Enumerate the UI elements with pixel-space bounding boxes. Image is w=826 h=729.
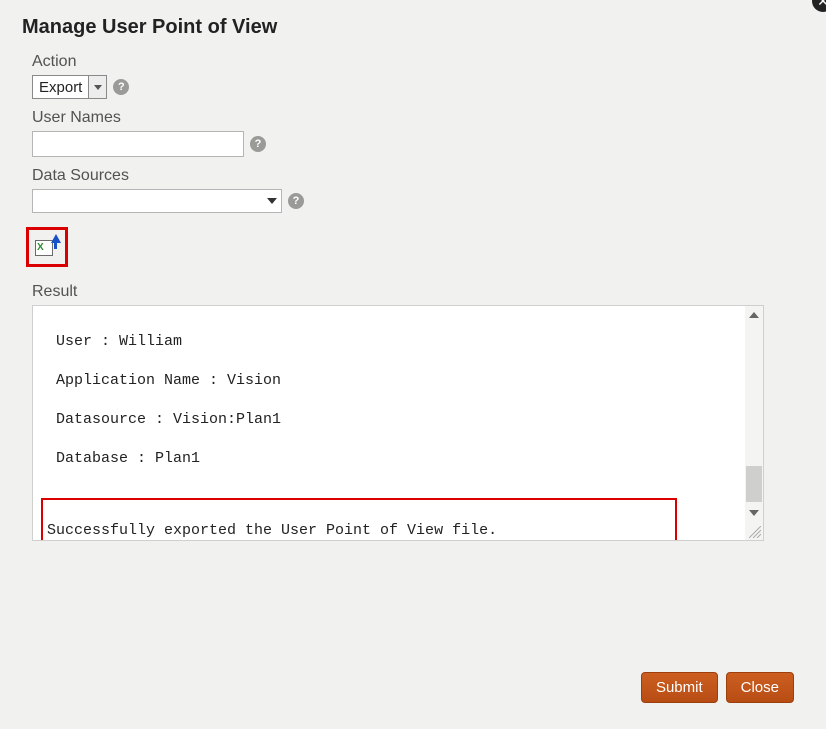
chevron-down-icon[interactable] — [88, 76, 106, 98]
result-success-highlight: Successfully exported the User Point of … — [41, 498, 677, 542]
result-line: Database : Plan1 — [47, 449, 719, 469]
action-select[interactable]: Export — [32, 75, 107, 99]
result-content: User : William Application Name : Vision… — [33, 306, 733, 541]
manage-pov-dialog: ✕ Manage User Point of View Action Expor… — [0, 0, 826, 729]
dialog-title: Manage User Point of View — [0, 0, 826, 43]
user-names-input[interactable] — [32, 131, 244, 157]
help-icon[interactable]: ? — [250, 136, 266, 152]
result-label: Result — [32, 283, 826, 301]
result-line: User : William — [47, 332, 719, 352]
result-textarea[interactable]: User : William Application Name : Vision… — [32, 305, 764, 541]
export-button-highlight: X — [26, 227, 68, 267]
resize-handle-icon[interactable] — [749, 526, 761, 538]
form-section: Action Export ? User Names ? Data Source… — [0, 53, 826, 267]
result-line: Successfully exported the User Point of … — [47, 521, 675, 541]
scroll-up-icon[interactable] — [745, 306, 763, 324]
data-sources-select[interactable] — [32, 189, 282, 213]
export-excel-icon[interactable]: X — [35, 236, 59, 258]
scroll-down-icon[interactable] — [745, 504, 763, 522]
scrollbar[interactable] — [745, 306, 763, 540]
close-button[interactable]: Close — [726, 672, 794, 703]
submit-button[interactable]: Submit — [641, 672, 718, 703]
action-label: Action — [32, 53, 826, 71]
button-bar: Submit Close — [641, 672, 794, 703]
user-names-label: User Names — [32, 109, 826, 127]
result-line: Datasource : Vision:Plan1 — [47, 410, 719, 430]
action-select-value: Export — [33, 77, 88, 98]
help-icon[interactable]: ? — [288, 193, 304, 209]
scroll-thumb[interactable] — [746, 466, 762, 502]
result-line: Application Name : Vision — [47, 371, 719, 391]
help-icon[interactable]: ? — [113, 79, 129, 95]
data-sources-label: Data Sources — [32, 167, 826, 185]
caret-down-icon — [267, 198, 277, 204]
